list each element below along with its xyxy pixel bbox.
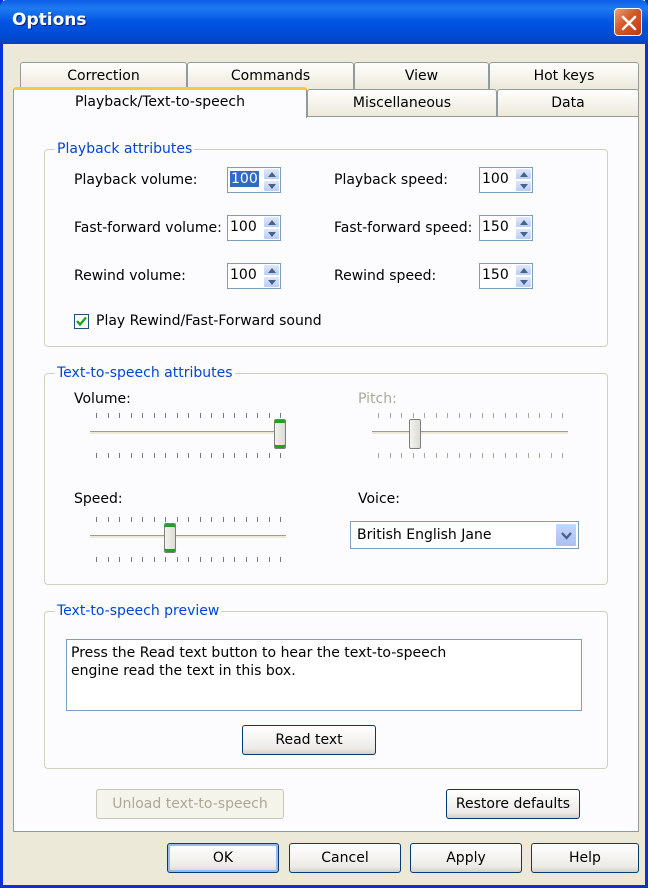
spin-down-icon[interactable] xyxy=(263,276,280,288)
tab-label: View xyxy=(404,68,439,84)
tab-view[interactable]: View xyxy=(354,62,489,90)
tts-volume-label: Volume: xyxy=(74,391,131,407)
read-text-button[interactable]: Read text xyxy=(242,725,376,755)
rewind-volume-label: Rewind volume: xyxy=(74,268,186,284)
spinner-value[interactable]: 150 xyxy=(482,267,509,283)
slider-ticks xyxy=(90,517,286,523)
tab-data[interactable]: Data xyxy=(497,89,639,117)
tab-label: Miscellaneous xyxy=(352,95,452,111)
spin-up-icon[interactable] xyxy=(263,168,280,180)
slider-ticks xyxy=(372,453,568,459)
window-title: Options xyxy=(12,10,87,30)
spin-down-icon[interactable] xyxy=(263,228,280,240)
slider-ticks xyxy=(90,413,286,419)
restore-defaults-button[interactable]: Restore defaults xyxy=(446,789,580,819)
slider-track xyxy=(90,431,286,435)
play-sound-checkbox[interactable] xyxy=(74,314,89,329)
close-button[interactable] xyxy=(614,8,642,36)
rewind-speed-spinner[interactable]: 150 xyxy=(479,263,533,289)
tts-pitch-label: Pitch: xyxy=(358,391,397,407)
tab-label: Correction xyxy=(67,68,140,84)
dropdown-arrow-icon[interactable] xyxy=(555,523,577,547)
preview-text-line: Press the Read text button to hear the t… xyxy=(71,645,447,661)
tab-label: Data xyxy=(551,95,585,111)
fast-forward-speed-label: Fast-forward speed: xyxy=(334,220,473,236)
slider-thumb[interactable] xyxy=(164,523,176,553)
tts-speed-slider[interactable] xyxy=(90,517,286,563)
spin-up-icon[interactable] xyxy=(515,264,532,276)
voice-label: Voice: xyxy=(358,491,400,507)
title-bar[interactable]: Options xyxy=(0,0,648,44)
spinner-value[interactable]: 150 xyxy=(482,219,509,235)
tts-pitch-slider xyxy=(372,413,568,459)
spinner-value[interactable]: 100 xyxy=(482,171,509,187)
spin-up-icon[interactable] xyxy=(515,216,532,228)
apply-button[interactable]: Apply xyxy=(410,843,522,873)
rewind-volume-spinner[interactable]: 100 xyxy=(227,263,281,289)
play-sound-label[interactable]: Play Rewind/Fast-Forward sound xyxy=(96,313,322,329)
spin-down-icon[interactable] xyxy=(515,228,532,240)
tab-hot-keys[interactable]: Hot keys xyxy=(489,62,639,90)
playback-volume-label: Playback volume: xyxy=(74,172,198,188)
cancel-button[interactable]: Cancel xyxy=(289,843,401,873)
tab-label: Playback/Text-to-speech xyxy=(75,94,245,110)
tab-panel: Playback attributes Playback volume: 100… xyxy=(13,116,639,832)
preview-textarea[interactable]: Press the Read text button to hear the t… xyxy=(66,639,582,711)
tts-speed-label: Speed: xyxy=(74,491,123,507)
slider-ticks xyxy=(372,413,568,419)
spinner-value[interactable]: 100 xyxy=(230,171,259,187)
voice-select-value[interactable]: British English Jane xyxy=(357,527,491,543)
tab-playback-text-to-speech[interactable]: Playback/Text-to-speech xyxy=(13,87,307,118)
tab-correction[interactable]: Correction xyxy=(20,62,187,90)
rewind-speed-label: Rewind speed: xyxy=(334,268,437,284)
tab-label: Hot keys xyxy=(533,68,595,84)
spin-up-icon[interactable] xyxy=(515,168,532,180)
tab-commands[interactable]: Commands xyxy=(187,62,354,90)
preview-text-line: engine read the text in this box. xyxy=(71,663,296,679)
unload-tts-button[interactable]: Unload text-to-speech xyxy=(96,789,284,819)
playback-volume-spinner[interactable]: 100 xyxy=(227,167,281,193)
spin-up-icon[interactable] xyxy=(263,216,280,228)
playback-speed-spinner[interactable]: 100 xyxy=(479,167,533,193)
group-legend: Text-to-speech preview xyxy=(57,603,220,619)
slider-thumb xyxy=(409,419,421,449)
slider-track xyxy=(372,431,568,435)
tab-miscellaneous[interactable]: Miscellaneous xyxy=(307,89,497,117)
fast-forward-speed-spinner[interactable]: 150 xyxy=(479,215,533,241)
spin-down-icon[interactable] xyxy=(263,180,280,192)
help-button[interactable]: Help xyxy=(531,843,639,873)
fast-forward-volume-spinner[interactable]: 100 xyxy=(227,215,281,241)
slider-track xyxy=(90,535,286,539)
playback-speed-label: Playback speed: xyxy=(334,172,448,188)
group-legend: Text-to-speech attributes xyxy=(57,365,233,381)
spin-down-icon[interactable] xyxy=(515,276,532,288)
group-legend: Playback attributes xyxy=(57,141,193,157)
spinner-value[interactable]: 100 xyxy=(230,219,257,235)
slider-ticks xyxy=(90,453,286,459)
voice-select[interactable]: British English Jane xyxy=(350,521,579,549)
slider-thumb[interactable] xyxy=(274,419,286,449)
spin-up-icon[interactable] xyxy=(263,264,280,276)
ok-button[interactable]: OK xyxy=(167,843,279,873)
fast-forward-volume-label: Fast-forward volume: xyxy=(74,220,222,236)
tts-volume-slider[interactable] xyxy=(90,413,286,459)
close-icon xyxy=(621,15,637,31)
spinner-value[interactable]: 100 xyxy=(230,267,257,283)
check-icon xyxy=(76,316,87,327)
options-dialog: Options Correction Commands View Hot key… xyxy=(0,0,648,888)
spin-down-icon[interactable] xyxy=(515,180,532,192)
tab-label: Commands xyxy=(230,68,311,84)
slider-ticks xyxy=(90,557,286,563)
